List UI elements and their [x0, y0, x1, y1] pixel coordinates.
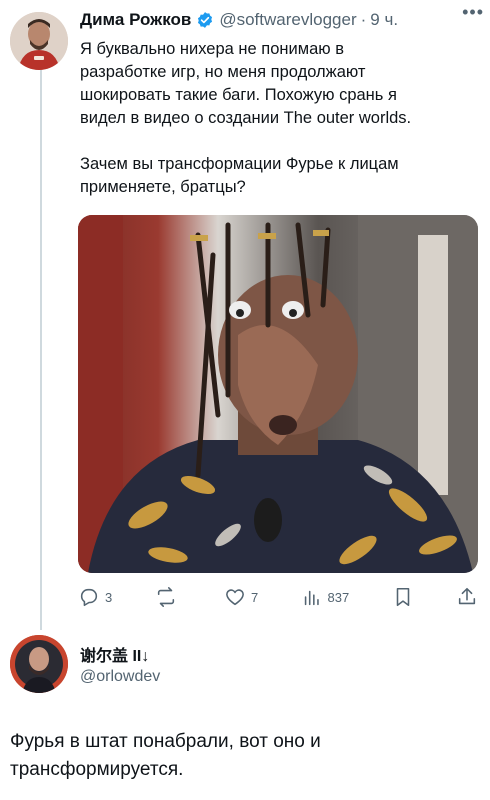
separator-dot: · — [360, 10, 367, 29]
views-chart-icon — [304, 590, 319, 606]
reply-count: 3 — [105, 589, 113, 605]
like-count: 7 — [250, 589, 259, 605]
reply-icon — [80, 588, 98, 607]
avatar[interactable] — [10, 12, 68, 70]
tweet-text: Я буквально нихера не понимаю в разработ… — [80, 40, 412, 196]
reply-avatar[interactable] — [10, 635, 68, 693]
tweet-media-image[interactable] — [78, 215, 478, 573]
tweet-header: Дима Рожков @softwarevlogger · 9 ч. — [80, 8, 480, 32]
like-button[interactable]: 7 — [224, 586, 258, 608]
bookmark-icon — [396, 587, 409, 607]
share-button[interactable] — [456, 586, 478, 608]
share-icon — [458, 587, 476, 605]
author-name[interactable]: Дима Рожков — [80, 10, 191, 30]
bookmark-button[interactable] — [392, 586, 414, 608]
avatar-image — [10, 12, 68, 70]
repost-icon — [157, 587, 174, 607]
reply-avatar-image — [10, 635, 68, 693]
verified-badge-icon — [198, 12, 213, 28]
views-button[interactable]: 837 — [301, 586, 350, 608]
reply-author-handle[interactable]: @orlowdev — [80, 668, 160, 686]
timestamp[interactable]: 9 ч. — [370, 10, 398, 30]
more-options-icon[interactable]: ••• — [462, 2, 484, 23]
reply-author-name[interactable]: 谢尔盖 II↓ — [80, 642, 149, 666]
view-count: 837 — [327, 589, 350, 605]
reply-button[interactable]: 3 — [78, 586, 112, 608]
heart-icon — [226, 589, 244, 606]
repost-button[interactable] — [155, 586, 182, 608]
tweet-action-bar: 3 7 837 — [78, 584, 478, 610]
reply-text: Фурья в штат понабрали, вот оно и трансф… — [10, 731, 321, 780]
media-frame — [78, 215, 478, 573]
thread-line — [40, 70, 42, 630]
author-handle[interactable]: @softwarevlogger — [219, 10, 356, 30]
